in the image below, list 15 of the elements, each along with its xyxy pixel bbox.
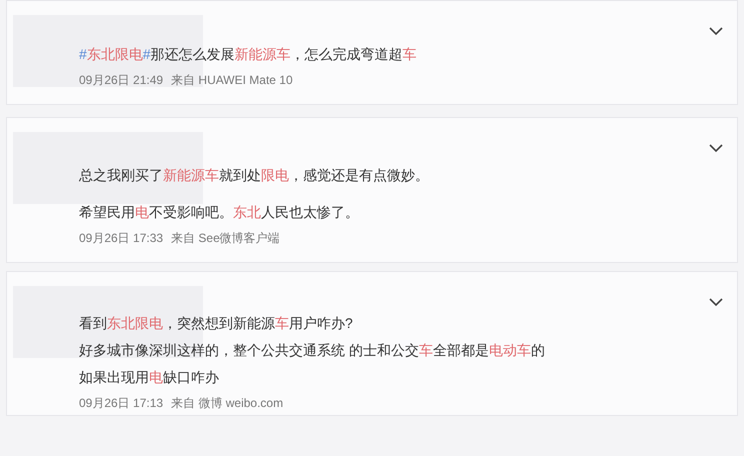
post-text: 好多城市像深圳这样的，整个公共交通系统 的士和公交车全部都是电动车的 <box>79 341 546 360</box>
post-source: 来自 See微博客户端 <box>171 230 280 246</box>
post-text: 希望民用电不受影响吧。东北人民也太惨了。 <box>79 203 360 222</box>
chevron-down-icon[interactable] <box>709 144 723 153</box>
post-text: 总之我刚买了新能源车就到处限电，感觉还是有点微妙。 <box>79 166 430 185</box>
post-source: 来自 微博 weibo.com <box>171 395 284 411</box>
post-time: 09月26日 21:49 <box>79 72 164 88</box>
post-time: 09月26日 17:33 <box>79 230 164 246</box>
post-text: 如果出现用电缺口咋办 <box>79 368 220 387</box>
chevron-down-icon[interactable] <box>709 27 723 36</box>
post-time: 09月26日 17:13 <box>79 395 164 411</box>
post-source: 来自 HUAWEI Mate 10 <box>171 72 293 88</box>
post-text: 看到东北限电，突然想到新能源车用户咋办? <box>79 314 354 333</box>
post-text: #东北限电#那还怎么发展新能源车，怎么完成弯道超车 <box>79 45 418 64</box>
chevron-down-icon[interactable] <box>709 298 723 307</box>
